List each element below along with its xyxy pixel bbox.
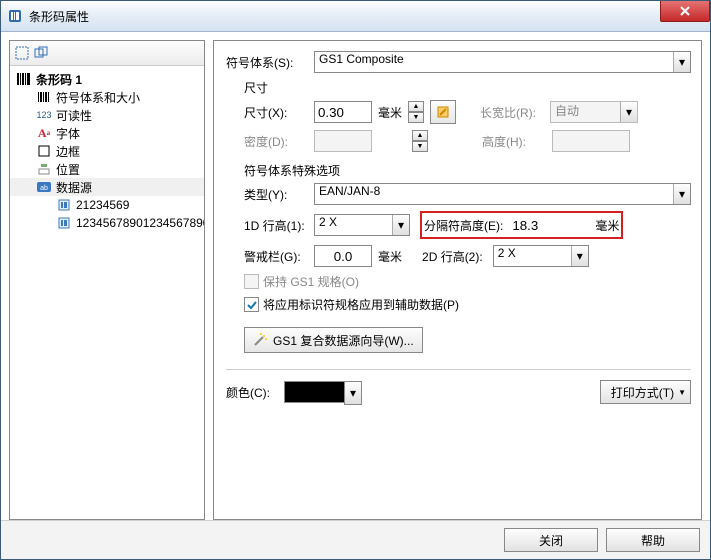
input-density [314,130,372,152]
label-sep-height: 分隔符高度(E): [424,217,503,234]
label-apply-ai: 将应用标识符规格应用到辅助数据(P) [263,296,459,313]
select-type[interactable]: EAN/JAN-8▾ [314,183,691,205]
chevron-down-icon: ▾ [392,215,409,235]
datasource-icon: ab [36,179,52,195]
tree-item-border[interactable]: 边框 [10,142,204,160]
label-height: 高度(H): [482,133,552,150]
chevron-down-icon: ▾ [673,52,690,72]
label-color: 颜色(C): [226,384,284,401]
section-size: 尺寸 [244,79,691,96]
data-icon [56,215,72,231]
position-icon [36,161,52,177]
barcode-icon [16,71,32,87]
button-help[interactable]: 帮助 [606,528,700,552]
left-toolbar [10,41,204,66]
tree-item-font[interactable]: Aa字体 [10,124,204,142]
label-keep-gs1: 保持 GS1 规格(O) [263,273,359,290]
close-button[interactable] [660,1,710,22]
dialog-footer: 关闭 帮助 [1,520,710,559]
label-type: 类型(Y): [244,186,314,203]
label-symbology: 符号体系(S): [226,54,314,71]
section-special: 符号体系特殊选项 [244,162,691,179]
chevron-down-icon: ▾ [344,381,362,405]
unit-guard: 毫米 [378,248,402,265]
tree-ds-child[interactable]: 21234569 [10,196,204,214]
titlebar: 条形码属性 [1,1,710,32]
input-size[interactable] [314,101,372,123]
label-1d-rowheight: 1D 行高(1): [244,217,314,234]
tree-item-position[interactable]: 位置 [10,160,204,178]
select-symbology[interactable]: GS1 Composite▾ [314,51,691,73]
tree-ds-child[interactable]: 12345678901234567890 [10,214,204,232]
checkbox-keep-gs1 [244,274,259,289]
wand-icon [253,333,267,347]
label-density: 密度(D): [244,133,314,150]
input-guard[interactable] [314,245,372,267]
tree-root[interactable]: 条形码 1 [10,70,204,88]
unit-sep: 毫米 [595,217,619,234]
input-height [552,130,630,152]
label-ratio: 长宽比(R): [480,104,550,121]
button-print-mode[interactable]: 打印方式(T)▼ [600,380,691,404]
color-picker[interactable]: ▾ [284,381,346,403]
chevron-down-icon: ▼ [678,388,686,397]
wand-button[interactable] [430,100,456,124]
tree-item-readability[interactable]: 123可读性 [10,106,204,124]
label-2d-rowheight: 2D 行高(2): [422,248,483,265]
dialog-body: 条形码 1 符号体系和大小 123可读性 Aa字体 边框 位置 ab数据源 21… [1,32,710,520]
spinner-density: ▲▼ [412,130,428,152]
select-2d-rowheight[interactable]: 2 X▾ [493,245,589,267]
tree[interactable]: 条形码 1 符号体系和大小 123可读性 Aa字体 边框 位置 ab数据源 21… [10,66,204,519]
chevron-down-icon: ▾ [673,184,690,204]
highlight-sep-height: 分隔符高度(E): 毫米 [420,211,623,239]
data-icon [56,197,72,213]
input-sep-height[interactable] [509,214,567,236]
checkbox-apply-ai[interactable] [244,297,259,312]
app-icon [7,8,23,24]
chevron-down-icon: ▾ [571,246,588,266]
button-gs1-wizard[interactable]: GS1 复合数据源向导(W)... [244,327,423,353]
left-panel: 条形码 1 符号体系和大小 123可读性 Aa字体 边框 位置 ab数据源 21… [9,40,205,520]
right-panel: 符号体系(S): GS1 Composite▾ 尺寸 尺寸(X): 毫米 ▲▼ … [213,40,702,520]
select-bounds-icon[interactable] [14,45,30,61]
font-icon: Aa [36,125,52,141]
dialog-window: 条形码属性 条形码 1 符号体系和大小 123可读性 Aa字体 边框 位置 ab… [0,0,711,560]
svg-text:ab: ab [40,185,48,192]
close-icon [680,6,690,16]
select-ratio: 自动▾ [550,101,638,123]
label-guard: 警戒栏(G): [244,248,314,265]
select-multi-icon[interactable] [34,45,50,61]
select-1d-rowheight[interactable]: 2 X▾ [314,214,410,236]
border-icon [36,143,52,159]
numbers-icon: 123 [36,107,52,123]
spinner-size[interactable]: ▲▼ [408,101,424,123]
window-title: 条形码属性 [29,8,89,25]
barcode-small-icon [36,89,52,105]
unit-size: 毫米 [378,104,402,121]
label-size: 尺寸(X): [244,104,314,121]
tree-item-symbology[interactable]: 符号体系和大小 [10,88,204,106]
chevron-down-icon: ▾ [620,102,637,122]
button-close[interactable]: 关闭 [504,528,598,552]
tree-item-datasource[interactable]: ab数据源 [10,178,204,196]
separator [226,369,691,370]
